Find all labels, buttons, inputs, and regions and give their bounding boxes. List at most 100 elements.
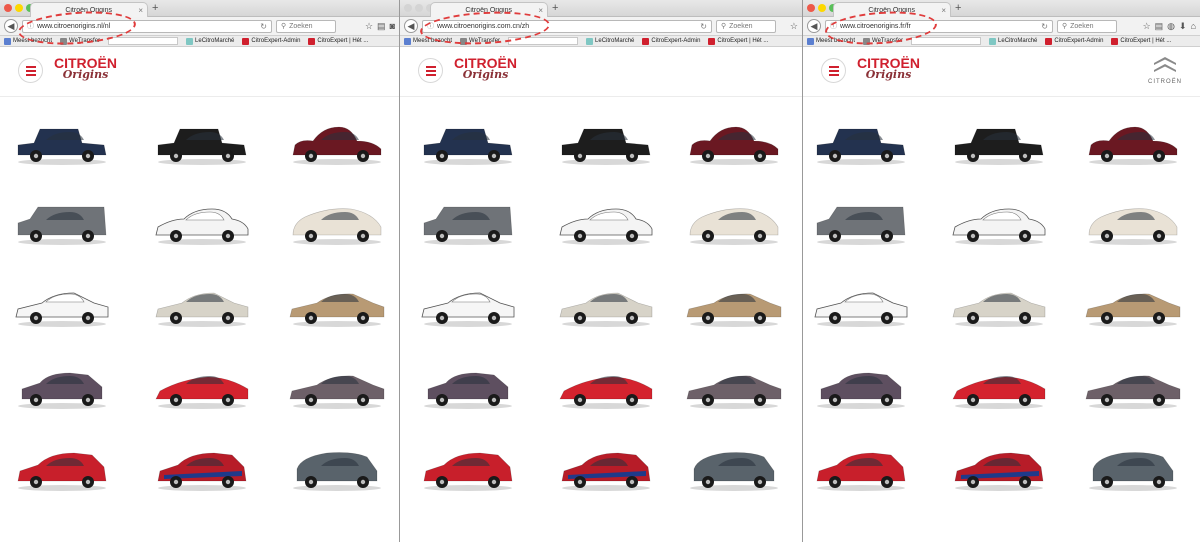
tab-citroen-origins[interactable]: Citroën Origins × bbox=[430, 2, 548, 17]
car-tile-white-gs[interactable] bbox=[12, 280, 112, 332]
reading-list-icon[interactable]: ▤ bbox=[377, 21, 386, 32]
bookmark-search-field[interactable] bbox=[508, 37, 579, 45]
car-tile-red-xsara[interactable] bbox=[12, 444, 112, 496]
citroen-origins-logo[interactable]: CITROËN Origins bbox=[54, 56, 117, 80]
car-tile-rally-xsara[interactable] bbox=[556, 444, 656, 496]
car-tile-mauve-hatchback[interactable] bbox=[418, 362, 518, 414]
close-dot-icon[interactable] bbox=[4, 4, 12, 12]
car-tile-white-gs-2[interactable] bbox=[152, 280, 252, 332]
car-tile-navy-sedan[interactable] bbox=[12, 118, 112, 170]
bookmark-meest-bezocht[interactable]: Meest bezocht bbox=[807, 37, 855, 45]
car-tile-mauve-hatchback[interactable] bbox=[12, 362, 112, 414]
bookmark-lecitromarche[interactable]: LeCitroMarché bbox=[586, 37, 634, 45]
car-tile-gold-cx[interactable] bbox=[1083, 280, 1183, 332]
bookmark-wetransfer[interactable]: WeTransfer bbox=[460, 37, 500, 45]
address-bar[interactable]: ⓘ www.citroenorigins.fr/fr ↻ bbox=[825, 19, 1053, 33]
car-tile-black-sedan[interactable] bbox=[949, 118, 1049, 170]
download-icon[interactable]: ⬇ bbox=[1179, 21, 1187, 32]
car-tile-black-sedan[interactable] bbox=[556, 118, 656, 170]
address-bar[interactable]: ⓘ www.citroenorigins.nl/nl ↻ bbox=[22, 19, 272, 33]
car-tile-grey-c3[interactable] bbox=[1083, 444, 1183, 496]
car-tile-black-sedan[interactable] bbox=[152, 118, 252, 170]
reload-icon[interactable]: ↻ bbox=[260, 22, 267, 31]
car-tile-white-bubble-car[interactable] bbox=[287, 198, 387, 250]
tab-citroen-origins[interactable]: Citroën Origins × bbox=[833, 2, 951, 17]
star-icon[interactable]: ☆ bbox=[1143, 21, 1151, 32]
car-tile-white-bubble-car[interactable] bbox=[1083, 198, 1183, 250]
bookmark-search-field[interactable] bbox=[108, 37, 179, 45]
car-tile-white-ds[interactable] bbox=[949, 198, 1049, 250]
car-tile-red-concept[interactable] bbox=[152, 362, 252, 414]
reading-list-icon[interactable]: ▤ bbox=[1155, 21, 1164, 32]
close-dot-icon[interactable] bbox=[807, 4, 815, 12]
car-tile-grey-c3[interactable] bbox=[287, 444, 387, 496]
bookmark-meest-bezocht[interactable]: Meest bezocht bbox=[404, 37, 452, 45]
car-tile-white-gs[interactable] bbox=[811, 280, 911, 332]
car-tile-red-xsara[interactable] bbox=[811, 444, 911, 496]
close-tab-icon[interactable]: × bbox=[941, 6, 950, 15]
reload-icon[interactable]: ↻ bbox=[1041, 22, 1048, 31]
new-tab-icon[interactable]: + bbox=[552, 2, 558, 14]
home-icon[interactable]: ⌂ bbox=[1191, 21, 1196, 32]
bookmark-citroexpert-het[interactable]: CitroExpert | Hét ... bbox=[708, 37, 768, 45]
bookmark-citroexpert-het[interactable]: CitroExpert | Hét ... bbox=[308, 37, 368, 45]
hamburger-menu-button[interactable] bbox=[18, 58, 43, 83]
car-tile-grey-c3[interactable] bbox=[684, 444, 784, 496]
car-tile-grey-van[interactable] bbox=[12, 198, 112, 250]
car-tile-white-gs-2[interactable] bbox=[949, 280, 1049, 332]
new-tab-icon[interactable]: + bbox=[152, 2, 158, 14]
car-tile-white-gs[interactable] bbox=[418, 280, 518, 332]
citroen-origins-logo[interactable]: CITROËN Origins bbox=[857, 56, 920, 80]
car-tile-mauve-xm[interactable] bbox=[684, 362, 784, 414]
search-field[interactable]: ⚲ Zoeken bbox=[276, 19, 336, 33]
car-tile-white-gs-2[interactable] bbox=[556, 280, 656, 332]
close-dot-icon[interactable] bbox=[404, 4, 412, 12]
reload-icon[interactable]: ↻ bbox=[700, 22, 707, 31]
search-field[interactable]: ⚲ Zoeken bbox=[716, 19, 776, 33]
car-tile-mauve-xm[interactable] bbox=[1083, 362, 1183, 414]
bookmark-citroexpert-admin[interactable]: CitroExpert-Admin bbox=[642, 37, 700, 45]
car-tile-gold-cx[interactable] bbox=[684, 280, 784, 332]
tab-citroen-origins[interactable]: Citroën Origins × bbox=[30, 2, 148, 17]
car-tile-navy-sedan[interactable] bbox=[418, 118, 518, 170]
new-tab-icon[interactable]: + bbox=[955, 2, 961, 14]
pocket-icon[interactable]: ◙ bbox=[390, 21, 395, 32]
car-tile-red-xsara[interactable] bbox=[418, 444, 518, 496]
car-tile-white-bubble-car[interactable] bbox=[684, 198, 784, 250]
car-tile-rally-xsara[interactable] bbox=[949, 444, 1049, 496]
car-tile-rally-xsara[interactable] bbox=[152, 444, 252, 496]
bookmark-wetransfer[interactable]: WeTransfer bbox=[863, 37, 903, 45]
bookmark-search-field[interactable] bbox=[911, 37, 982, 45]
bookmark-lecitromarche[interactable]: LeCitroMarché bbox=[989, 37, 1037, 45]
bookmark-citroexpert-admin[interactable]: CitroExpert-Admin bbox=[242, 37, 300, 45]
car-tile-maroon-coupe[interactable] bbox=[1083, 118, 1183, 170]
hamburger-menu-button[interactable] bbox=[418, 58, 443, 83]
minimize-dot-icon[interactable] bbox=[15, 4, 23, 12]
bookmark-wetransfer[interactable]: WeTransfer bbox=[60, 37, 100, 45]
citroen-origins-logo[interactable]: CITROËN Origins bbox=[454, 56, 517, 80]
car-tile-grey-van[interactable] bbox=[811, 198, 911, 250]
car-tile-white-ds[interactable] bbox=[556, 198, 656, 250]
back-arrow-icon[interactable]: ◀ bbox=[404, 19, 418, 33]
car-tile-navy-sedan[interactable] bbox=[811, 118, 911, 170]
car-tile-red-concept[interactable] bbox=[949, 362, 1049, 414]
bookmark-citroexpert-het[interactable]: CitroExpert | Hét ... bbox=[1111, 37, 1171, 45]
close-tab-icon[interactable]: × bbox=[538, 6, 547, 15]
car-tile-gold-cx[interactable] bbox=[287, 280, 387, 332]
car-tile-maroon-coupe[interactable] bbox=[684, 118, 784, 170]
star-icon[interactable]: ☆ bbox=[365, 21, 373, 32]
back-arrow-icon[interactable]: ◀ bbox=[4, 19, 18, 33]
car-tile-maroon-coupe[interactable] bbox=[287, 118, 387, 170]
car-tile-white-ds[interactable] bbox=[152, 198, 252, 250]
search-field[interactable]: ⚲ Zoeken bbox=[1057, 19, 1117, 33]
car-tile-mauve-xm[interactable] bbox=[287, 362, 387, 414]
car-tile-grey-van[interactable] bbox=[418, 198, 518, 250]
close-tab-icon[interactable]: × bbox=[138, 6, 147, 15]
bookmark-meest-bezocht[interactable]: Meest bezocht bbox=[4, 37, 52, 45]
car-tile-red-concept[interactable] bbox=[556, 362, 656, 414]
shield-icon[interactable]: ◍ bbox=[1167, 21, 1175, 32]
address-bar[interactable]: ⓘ www.citroenorigins.com.cn/zh ↻ bbox=[422, 19, 712, 33]
car-tile-mauve-hatchback[interactable] bbox=[811, 362, 911, 414]
citroen-chevron-logo[interactable]: CITROËN bbox=[1148, 55, 1182, 85]
hamburger-menu-button[interactable] bbox=[821, 58, 846, 83]
